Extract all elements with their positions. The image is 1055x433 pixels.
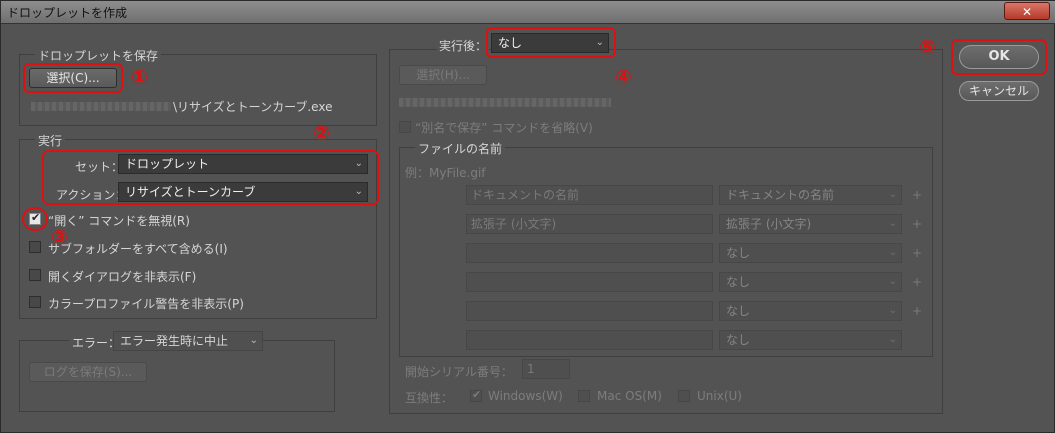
highlight-5 <box>951 39 1047 75</box>
override-save-as-checkbox[interactable] <box>399 121 411 133</box>
blurred-after-path <box>399 98 611 107</box>
include-subfolders-label: サブフォルダーをすべて含める(I) <box>48 242 228 256</box>
chevron-down-icon: ⌄ <box>888 218 897 229</box>
highlight-4 <box>486 27 616 58</box>
filename-field-6[interactable] <box>466 330 713 350</box>
suppress-profile-warning-checkbox[interactable] <box>29 296 41 308</box>
compat-unix-checkbox[interactable] <box>678 390 690 402</box>
filename-select-1-value: ドキュメントの名前 <box>726 188 835 202</box>
highlight-2 <box>42 150 379 205</box>
error-value: エラー発生時に中止 <box>120 334 229 348</box>
check-icon: ✔ <box>472 388 482 401</box>
filename-field-5[interactable] <box>466 301 713 321</box>
add-row-icon[interactable]: + <box>912 217 922 231</box>
filename-select-5-value: なし <box>726 304 751 318</box>
error-select[interactable]: エラー発生時に中止 ⌄ <box>113 331 263 351</box>
add-row-icon[interactable]: + <box>912 304 922 318</box>
ignore-open-label: “開く” コマンドを無視(R) <box>48 214 190 228</box>
compat-windows-label: Windows(W) <box>488 389 563 403</box>
chevron-down-icon: ⌄ <box>888 276 897 287</box>
blurred-path <box>31 102 171 111</box>
save-log-button[interactable]: ログを保存(S)... <box>29 362 147 382</box>
after-choose-button[interactable]: 選択(H)... <box>399 65 487 85</box>
filename-select-2-value: 拡張子 (小文字) <box>726 217 812 231</box>
chevron-down-icon: ⌄ <box>888 334 897 345</box>
title-bar: ドロップレットを作成 ✕ <box>1 1 1055 24</box>
filename-select-4-value: なし <box>726 275 751 289</box>
filename-select-3[interactable]: なし ⌄ <box>719 243 902 263</box>
dialog-title: ドロップレットを作成 <box>7 6 128 20</box>
serial-input[interactable]: 1 <box>522 359 570 379</box>
compat-unix-label: Unix(U) <box>697 389 742 403</box>
suppress-open-dialog-checkbox[interactable] <box>29 269 41 281</box>
chevron-down-icon: ⌄ <box>888 189 897 200</box>
filename-label: ファイルの名前 <box>415 140 506 157</box>
filename-select-3-value: なし <box>726 246 751 260</box>
suppress-profile-warning-label: カラープロファイル警告を非表示(P) <box>48 297 244 311</box>
marker-1: ① <box>131 65 148 89</box>
filename-select-2[interactable]: 拡張子 (小文字) ⌄ <box>719 214 902 234</box>
filename-field-1[interactable]: ドキュメントの名前 <box>466 185 713 205</box>
compat-mac-label: Mac OS(M) <box>597 389 662 403</box>
add-row-icon[interactable]: + <box>912 275 922 289</box>
compat-label: 互換性： <box>405 391 454 405</box>
compat-mac-checkbox[interactable] <box>578 390 590 402</box>
filename-select-4[interactable]: なし ⌄ <box>719 272 902 292</box>
save-path-text: \リサイズとトーンカーブ.exe <box>173 100 333 114</box>
filename-field-4[interactable] <box>466 272 713 292</box>
droplet-dialog: ドロップレットを作成 ✕ ドロップレットを保存 選択(C)... ① \リサイズ… <box>0 0 1055 433</box>
after-label: 実行後： <box>437 37 490 54</box>
close-button[interactable]: ✕ <box>1004 2 1050 20</box>
cancel-button[interactable]: キャンセル <box>959 81 1039 101</box>
add-row-icon[interactable]: + <box>912 246 922 260</box>
override-save-as-label: “別名で保存” コマンドを省略(V) <box>415 121 593 135</box>
filename-select-1[interactable]: ドキュメントの名前 ⌄ <box>719 185 902 205</box>
filename-select-6-value: なし <box>726 333 751 347</box>
include-subfolders-checkbox[interactable] <box>29 241 41 253</box>
add-row-icon[interactable]: + <box>912 188 922 202</box>
serial-label: 開始シリアル番号： <box>405 365 513 379</box>
filename-select-5[interactable]: なし ⌄ <box>719 301 902 321</box>
compat-windows-checkbox[interactable]: ✔ <box>470 388 482 402</box>
chevron-down-icon: ⌄ <box>249 335 258 346</box>
suppress-open-dialog-label: 開くダイアログを非表示(F) <box>48 270 197 284</box>
filename-field-3[interactable] <box>466 243 713 263</box>
highlight-1 <box>23 63 123 93</box>
chevron-down-icon: ⌄ <box>888 305 897 316</box>
marker-4: ④ <box>615 65 632 89</box>
exec-label: 実行 <box>35 132 66 149</box>
chevron-down-icon: ⌄ <box>888 247 897 258</box>
filename-select-6[interactable]: なし ⌄ <box>719 330 902 350</box>
filename-field-2[interactable]: 拡張子 (小文字) <box>466 214 713 234</box>
filename-example: 例：MyFile.gif <box>405 166 486 180</box>
highlight-3 <box>22 207 48 231</box>
marker-5: ⑤ <box>919 35 936 59</box>
marker-2: ② <box>313 121 330 145</box>
save-droplet-label: ドロップレットを保存 <box>35 47 162 64</box>
